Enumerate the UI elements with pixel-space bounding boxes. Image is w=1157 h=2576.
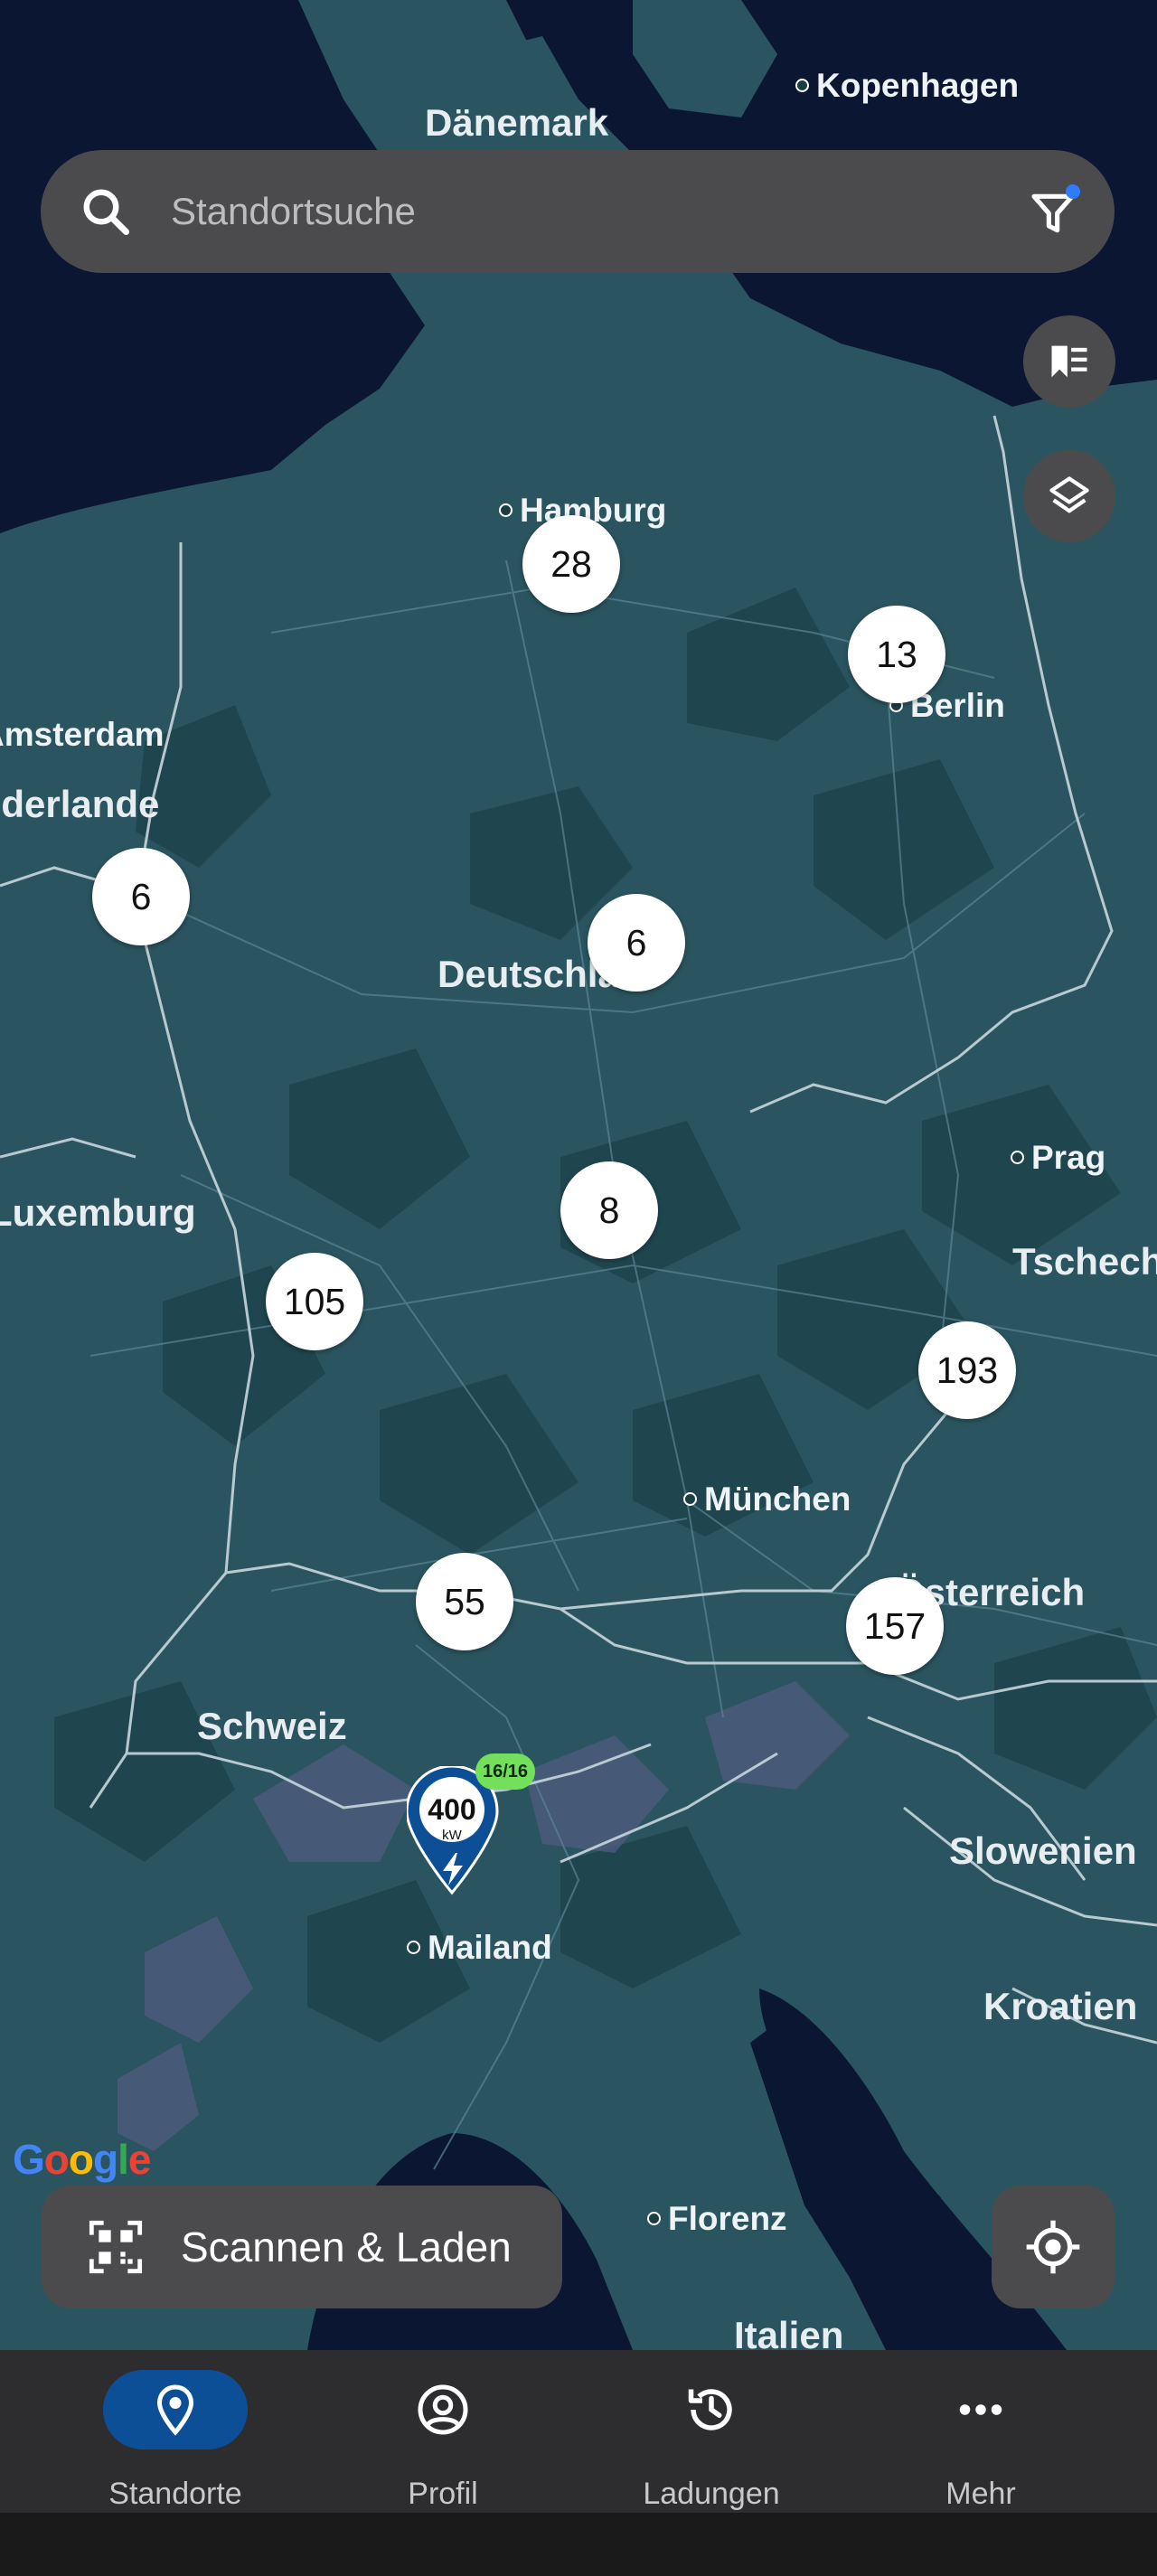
list-bookmark-icon bbox=[1051, 345, 1087, 378]
bottom-navigation: Standorte Profil Ladungen Mehr bbox=[0, 2350, 1157, 2513]
search-icon[interactable] bbox=[79, 184, 133, 239]
nav-label: Profil bbox=[408, 2477, 478, 2511]
city-dot bbox=[683, 1491, 697, 1506]
map-view[interactable]: Dänemark Deutschland Tschechien Österrei… bbox=[0, 0, 1157, 2350]
country-label: Luxemburg bbox=[0, 1191, 196, 1234]
cluster-marker[interactable]: 105 bbox=[266, 1253, 363, 1350]
history-icon bbox=[688, 2389, 732, 2430]
city-dot bbox=[1011, 1150, 1024, 1164]
profile-icon bbox=[418, 2384, 468, 2435]
crosshair-icon bbox=[1026, 2220, 1080, 2274]
cluster-marker[interactable]: 6 bbox=[588, 894, 685, 992]
country-label: Schweiz bbox=[197, 1705, 347, 1747]
nav-item-profil[interactable]: Profil bbox=[298, 2350, 588, 2513]
scan-label: Scannen & Laden bbox=[181, 2223, 512, 2270]
cluster-marker[interactable]: 8 bbox=[560, 1161, 658, 1259]
city-label: München bbox=[683, 1481, 851, 1518]
availability-badge: 16/16 bbox=[475, 1753, 535, 1790]
city-label: Kopenhagen bbox=[795, 67, 1019, 105]
city-label: Florenz bbox=[647, 2200, 787, 2238]
system-navigation-bar bbox=[0, 2513, 1157, 2576]
search-input[interactable] bbox=[169, 189, 986, 234]
charger-power: 400 bbox=[428, 1793, 476, 1826]
qr-code-icon bbox=[89, 2220, 143, 2274]
country-label: Tschechien bbox=[1012, 1240, 1157, 1283]
country-label: Kroatien bbox=[983, 1985, 1138, 2027]
search-bar bbox=[41, 150, 1115, 273]
city-dot bbox=[795, 78, 809, 92]
layers-button[interactable] bbox=[1023, 450, 1115, 542]
country-label: Niederlande bbox=[0, 783, 160, 825]
city-label: Prag bbox=[1011, 1139, 1105, 1177]
cluster-marker[interactable]: 28 bbox=[522, 515, 620, 613]
location-pin-icon bbox=[156, 2384, 194, 2436]
layers-icon bbox=[1049, 476, 1089, 513]
city-label: Amsterdam bbox=[0, 716, 165, 753]
scan-and-charge-button[interactable]: Scannen & Laden bbox=[42, 2186, 562, 2308]
city-dot bbox=[647, 2211, 661, 2225]
nav-item-mehr[interactable]: Mehr bbox=[836, 2350, 1125, 2513]
country-label: Italien bbox=[734, 2314, 844, 2350]
my-location-button[interactable] bbox=[992, 2186, 1115, 2308]
google-logo: Google bbox=[13, 2136, 151, 2183]
more-icon bbox=[959, 2404, 1002, 2415]
nav-item-standorte[interactable]: Standorte bbox=[31, 2350, 320, 2513]
cluster-marker[interactable]: 6 bbox=[92, 848, 190, 945]
cluster-marker[interactable]: 55 bbox=[416, 1553, 513, 1650]
nav-label: Standorte bbox=[108, 2477, 242, 2511]
nav-label: Ladungen bbox=[643, 2477, 780, 2511]
country-label: Dänemark bbox=[425, 101, 609, 144]
list-view-button[interactable] bbox=[1023, 315, 1115, 408]
cluster-marker[interactable]: 157 bbox=[846, 1577, 944, 1675]
country-label: Slowenien bbox=[949, 1829, 1137, 1872]
filter-active-dot bbox=[1066, 184, 1080, 199]
cluster-marker[interactable]: 193 bbox=[918, 1321, 1016, 1419]
charger-unit: kW bbox=[442, 1828, 462, 1843]
city-dot bbox=[407, 1940, 420, 1954]
nav-label: Mehr bbox=[945, 2477, 1016, 2511]
nav-item-ladungen[interactable]: Ladungen bbox=[567, 2350, 856, 2513]
city-label: Mailand bbox=[407, 1929, 552, 1967]
city-dot bbox=[499, 503, 513, 517]
charger-marker[interactable]: 400 kW 16/16 bbox=[407, 1753, 535, 1895]
cluster-marker[interactable]: 13 bbox=[848, 606, 945, 703]
